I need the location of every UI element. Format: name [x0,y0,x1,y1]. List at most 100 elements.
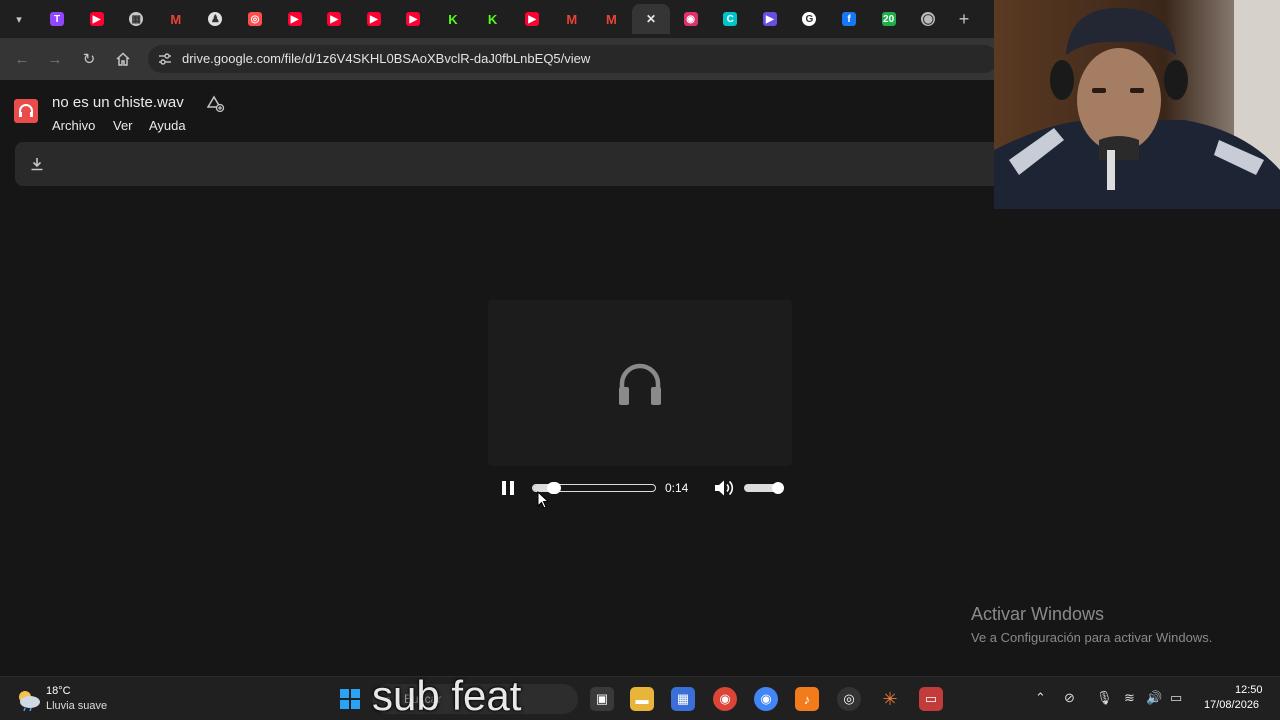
webcam-person-image [994,0,1280,209]
webcam-overlay [994,0,1280,209]
browser-tab[interactable]: ▶ [323,8,345,30]
badge-icon: 20 [881,12,896,26]
youtube-icon: ▶ [366,12,381,26]
show-hidden-icons-button[interactable]: ⌃ [1035,690,1046,706]
forward-button[interactable]: → [45,49,65,69]
chevron-down-icon: ▾ [16,13,22,26]
windows-taskbar: 18°C Lluvia suave ⌕ Buscar ▣ ▬ ▦ ◉ ◉ ♪ ◎… [0,676,1280,720]
battery-icon[interactable]: ▭ [1170,690,1182,706]
gmail-icon: M [170,11,182,27]
browser-tab[interactable]: M [165,8,187,30]
browser-tab[interactable]: ♟ [204,8,226,30]
weather-temp: 18°C [46,685,71,697]
browser-tab[interactable]: K [442,8,464,30]
microphone-icon[interactable]: 🎙 [1096,690,1113,706]
arrow-left-icon: ← [14,50,30,68]
youtube-icon: ▶ [287,12,302,26]
browser-tab[interactable]: f [838,8,860,30]
obs-icon: ◎ [843,691,855,706]
headphones-icon [619,363,661,405]
browser-tab[interactable]: ✕ [632,4,670,34]
browser-tab[interactable]: ▶ [86,8,108,30]
back-button[interactable]: ← [12,49,32,69]
app-icon: ▦ [129,12,144,26]
chrome-profile-button[interactable]: ◉ [754,687,778,711]
video-icon: ▶ [762,12,777,26]
task-view-icon: ▣ [595,691,609,706]
mascot-icon: ♟ [208,12,223,26]
app-button[interactable]: ✳ [878,687,902,711]
volume-icon [715,480,734,496]
tab-search-button[interactable]: ▾ [8,8,30,30]
google-icon: G [802,12,817,26]
menu-archivo[interactable]: Archivo [52,118,95,133]
browser-tab[interactable]: ▶ [521,8,543,30]
site-settings-icon[interactable] [158,52,172,66]
weather-widget[interactable]: 18°C Lluvia suave [14,683,124,715]
youtube-icon: ▶ [406,12,421,26]
menu-ayuda[interactable]: Ayuda [149,118,186,133]
clock-date[interactable]: 17/08/2026 [1204,699,1259,711]
browser-tab[interactable]: ▶ [759,8,781,30]
plus-icon: + [958,8,970,29]
audio-controls: 0:14 [488,470,792,509]
home-button[interactable] [113,49,133,69]
browser-tab[interactable]: 20 [878,8,900,30]
pause-icon [502,481,514,495]
file-explorer-button[interactable]: ▬ [630,687,654,711]
url-text: drive.google.com/file/d/1z6V4SKHL0BSAoXB… [182,51,591,66]
instagram-icon: ◉ [683,12,698,26]
browser-tab[interactable]: K [482,8,504,30]
network-off-icon[interactable]: ⊘ [1064,690,1075,706]
cloud-rain-icon [19,691,40,711]
browser-tab[interactable]: M [600,8,622,30]
arrow-right-icon: → [47,50,63,68]
new-tab-button[interactable]: + [953,8,975,30]
browser-tab[interactable]: M [561,8,583,30]
store-button[interactable]: ▦ [671,687,695,711]
kick-icon: K [448,11,458,27]
wifi-icon[interactable]: ≋ [1124,690,1135,706]
add-shortcut-icon[interactable] [207,95,225,113]
browser-tab[interactable]: T [46,8,68,30]
reload-button[interactable]: ↻ [79,49,99,69]
mute-button[interactable] [714,479,736,497]
reload-icon: ↻ [82,51,96,68]
playback-time: 0:14 [665,481,689,495]
download-icon[interactable] [30,157,44,171]
watermark-title: Activar Windows [971,604,1105,624]
audio-preview [488,300,792,466]
start-button[interactable] [338,687,362,711]
windows-logo-icon [340,689,360,709]
speaker-icon[interactable]: 🔊 [1146,690,1162,706]
browser-tab[interactable]: ▶ [402,8,424,30]
video-caption-overlay: sub feat [372,672,522,719]
browser-tab[interactable]: ◎ [244,8,266,30]
browser-tab[interactable]: ◯ [917,8,939,30]
media-app-button[interactable]: ▭ [919,687,943,711]
obs-button[interactable]: ◎ [837,687,861,711]
browser-tab[interactable]: ◉ [680,8,702,30]
browser-tab[interactable]: G [798,8,820,30]
asterisk-icon: ✳ [882,688,898,709]
file-title: no es un chiste.wav [52,94,184,111]
task-view-button[interactable]: ▣ [590,687,614,711]
pause-button[interactable] [500,480,516,496]
fl-studio-button[interactable]: ♪ [795,687,819,711]
audio-file-icon [14,99,38,123]
facebook-icon: f [842,12,856,26]
volume-handle[interactable] [772,482,784,494]
activate-windows-watermark: Activar Windows Ve a Configuración para … [971,604,1212,645]
gmail-icon: M [605,11,617,27]
chrome-button[interactable]: ◉ [713,687,737,711]
chrome-icon: ◉ [760,691,772,706]
clock-time[interactable]: 12:50 [1235,684,1263,696]
browser-tab[interactable]: ▦ [125,8,147,30]
address-bar[interactable]: drive.google.com/file/d/1z6V4SKHL0BSAoXB… [148,45,998,73]
browser-tab[interactable]: ▶ [363,8,385,30]
browser-tab[interactable]: ▶ [284,8,306,30]
browser-tab[interactable]: C [719,8,741,30]
weather-desc: Lluvia suave [46,700,108,712]
kick-icon: K [487,11,498,27]
menu-ver[interactable]: Ver [113,118,133,133]
